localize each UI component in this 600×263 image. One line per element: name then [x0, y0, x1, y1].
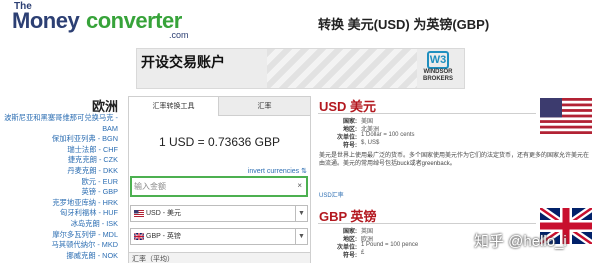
amount-input[interactable] — [134, 179, 294, 194]
currency-info-table: 国家: 美国 地区: 北美洲 次单位: 1 Dollar = 100 cents… — [318, 116, 538, 149]
converter-panel: 汇率转换工具 汇率 1 USD = 0.73636 GBP invert cur… — [128, 96, 311, 263]
sidebar-item-nok[interactable]: 挪威克朗 - NOK — [0, 251, 118, 262]
us-flag-icon — [540, 98, 592, 134]
info-value: 1 Pound = 100 pence — [361, 242, 419, 248]
sidebar-item-bam[interactable]: 波斯尼亚和黑塞哥维那可兑换马克 - — [0, 113, 118, 124]
clear-icon[interactable]: × — [297, 181, 302, 190]
chevron-down-icon[interactable]: ▼ — [295, 206, 307, 221]
wb-logo-line2: BROKERS — [422, 76, 453, 82]
logo-com-text: .com — [169, 30, 189, 40]
sidebar-item-dkk[interactable]: 丹麦克朗 - DKK — [0, 166, 118, 177]
to-currency-select[interactable]: GBP - 英镑 ▼ — [130, 228, 308, 245]
from-currency-label: USD - 美元 — [146, 210, 181, 217]
sidebar-item-chf[interactable]: 瑞士法郎 - CHF — [0, 145, 118, 156]
zhihu-watermark: 知乎 @hello_i — [474, 233, 567, 250]
sidebar-item-bgn[interactable]: 保加利亚列弗 - BGN — [0, 134, 118, 145]
to-currency-label: GBP - 英镑 — [146, 233, 181, 240]
usd-rates-link[interactable]: USD汇率 — [319, 190, 344, 199]
banner-text: 开设交易账户 — [141, 54, 225, 70]
info-label: 符号: — [343, 143, 357, 149]
rate-average-header: 汇率（平均） — [129, 252, 310, 263]
info-value: 1 Dollar = 100 cents — [361, 132, 415, 138]
wb-logo-mark: W3 — [427, 51, 449, 69]
amount-field[interactable]: × — [130, 176, 308, 197]
divider — [318, 223, 536, 224]
currency-sidebar: 欧洲 波斯尼亚和黑塞哥维那可兑换马克 - BAM 保加利亚列弗 - BGN 瑞士… — [0, 96, 120, 263]
site-logo[interactable]: The Money converter .com — [6, 1, 196, 41]
page-title: 转换 美元(USD) 为英镑(GBP) — [318, 17, 490, 32]
banner-pattern — [267, 49, 417, 88]
currency-description-usd: 美元是世界上使用最广泛的货币。多个国家使用美元作为它们的法定货币，还有更多的国家… — [319, 153, 590, 167]
sidebar-item-bam-code[interactable]: BAM — [0, 124, 118, 135]
uk-flag-icon — [134, 233, 144, 240]
currency-card-usd: USD 美元 国家: 美国 地区: 北美洲 次单位: 1 Dollar = 10… — [318, 96, 600, 199]
chevron-down-icon[interactable]: ▼ — [295, 229, 307, 244]
wb-logo-line1: WINDSOR — [423, 69, 453, 75]
sidebar-item-eur[interactable]: 欧元 - EUR — [0, 177, 118, 188]
info-value: $, US$ — [361, 140, 380, 146]
logo-converter-text: converter — [86, 8, 182, 33]
info-label: 符号: — [343, 253, 357, 259]
tab-converter[interactable]: 汇率转换工具 — [129, 97, 219, 116]
info-row-region: 地区: 北美洲 — [318, 124, 538, 133]
sidebar-item-mkd[interactable]: 马其顿代纳尔 - MKD — [0, 240, 118, 251]
sidebar-item-mdl[interactable]: 摩尔多瓦列伊 - MDL — [0, 230, 118, 241]
info-value: £ — [361, 250, 365, 256]
invert-currencies-link[interactable]: invert currencies ⇅ — [248, 167, 307, 175]
info-row-symbol: 符号: $, US$ — [318, 140, 538, 149]
sidebar-item-hrk[interactable]: 克罗地亚库纳 - HRK — [0, 198, 118, 209]
sidebar-item-czk[interactable]: 捷克克朗 - CZK — [0, 155, 118, 166]
info-row-subunit: 次单位: 1 Dollar = 100 cents — [318, 132, 538, 141]
rate-average-label: 汇率（平均） — [132, 256, 174, 263]
info-row-country: 国家: 美国 — [318, 116, 538, 125]
sidebar-item-huf[interactable]: 匈牙利福林 - HUF — [0, 208, 118, 219]
sidebar-item-isk[interactable]: 冰岛克朗 - ISK — [0, 219, 118, 230]
ad-banner[interactable]: 开设交易账户 W3 WINDSOR BROKERS — [136, 48, 465, 89]
windsor-brokers-logo: W3 WINDSOR BROKERS — [418, 51, 458, 86]
us-flag-icon — [134, 210, 144, 217]
from-currency-select[interactable]: USD - 美元 ▼ — [130, 205, 308, 222]
info-row-symbol: 符号: £ — [318, 250, 538, 259]
sidebar-item-gbp[interactable]: 英镑 - GBP — [0, 187, 119, 198]
logo-money-text: Money — [12, 8, 80, 33]
rate-display: 1 USD = 0.73636 GBP — [158, 135, 281, 149]
converter-tabs: 汇率转换工具 汇率 — [129, 97, 310, 116]
divider — [318, 113, 536, 114]
tab-rates[interactable]: 汇率 — [219, 97, 310, 116]
sidebar-currency-list: 波斯尼亚和黑塞哥维那可兑换马克 - BAM 保加利亚列弗 - BGN 瑞士法郎 … — [0, 113, 118, 261]
